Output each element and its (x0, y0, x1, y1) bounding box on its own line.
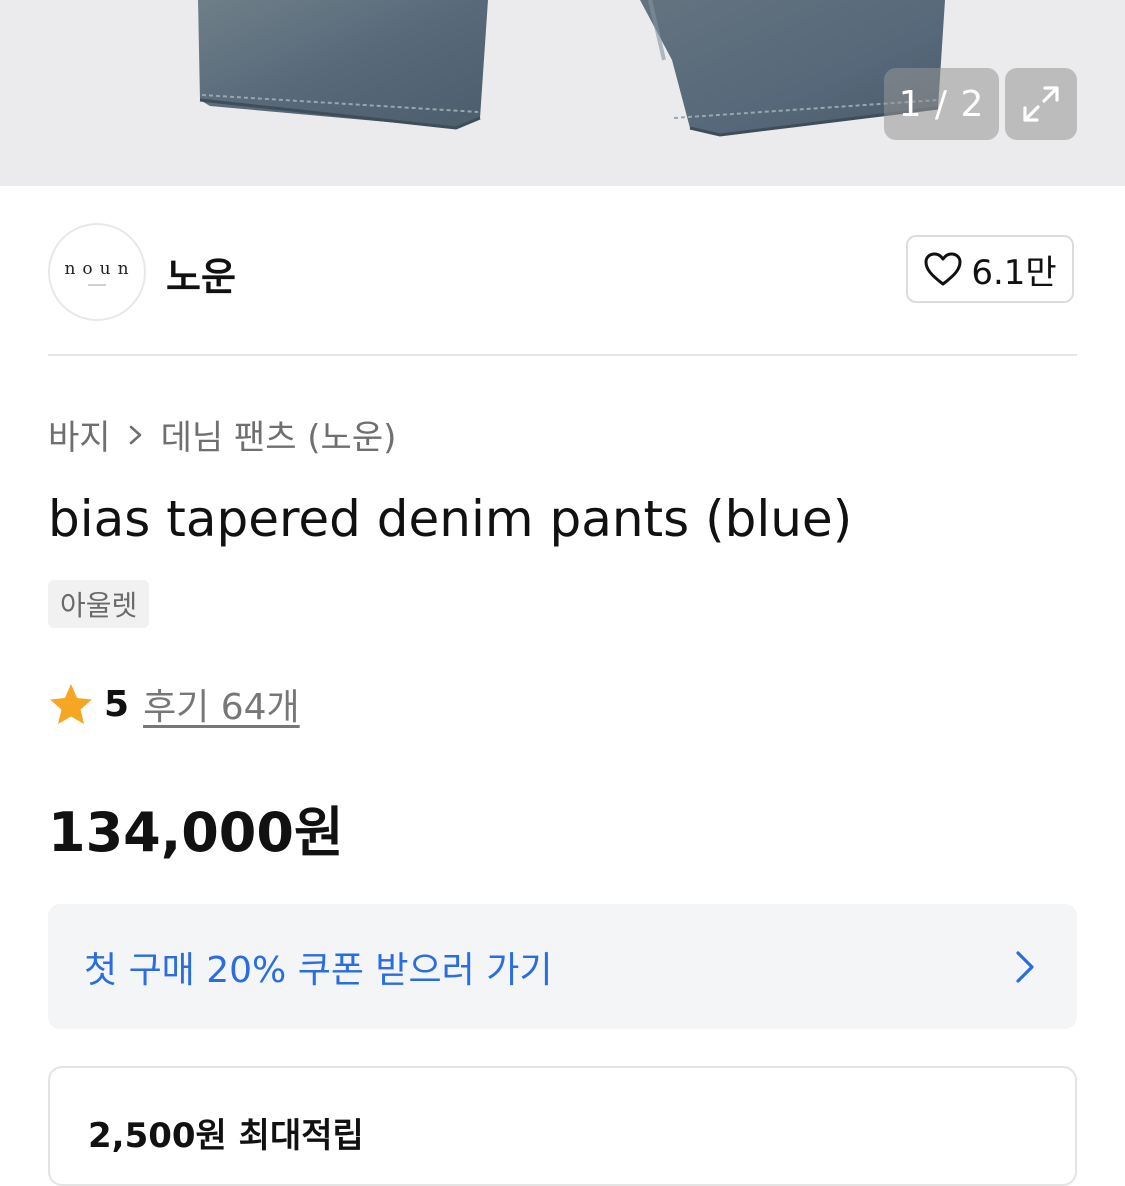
star-icon (50, 684, 92, 724)
reviews-link[interactable]: 후기 64개 (143, 678, 300, 730)
coupon-label: 첫 구매 20% 쿠폰 받으러 가기 (84, 949, 553, 991)
outlet-badge-label: 아울렛 (60, 589, 138, 622)
brand-logo[interactable]: noun (48, 223, 146, 321)
brand-name[interactable]: 노운 (166, 246, 236, 301)
product-title: bias tapered denim pants (blue) (48, 490, 853, 548)
rating-row: 5 후기 64개 (48, 678, 300, 730)
expand-button[interactable] (1005, 68, 1077, 140)
like-button[interactable]: 6.1만 (906, 235, 1074, 303)
brand-logo-text: noun (64, 258, 136, 279)
like-count: 6.1만 (971, 252, 1057, 293)
product-image-gallery[interactable]: 1 / 2 (0, 0, 1125, 186)
points-box[interactable]: 2,500원 최대적립 (48, 1066, 1077, 1186)
breadcrumb-item-category[interactable]: 바지 (48, 410, 111, 459)
breadcrumb-item-subcategory[interactable]: 데님 팬츠 (노운) (161, 410, 397, 459)
product-price: 134,000원 (48, 801, 344, 864)
image-counter: 1 / 2 (884, 68, 999, 140)
expand-icon (1023, 86, 1059, 122)
heart-icon (924, 252, 962, 286)
rating-score: 5 (104, 683, 130, 725)
divider (48, 354, 1077, 356)
chevron-right-icon (1016, 950, 1034, 983)
image-counter-text: 1 / 2 (898, 83, 985, 125)
brand-logo-underline (88, 283, 106, 286)
points-text: 2,500원 최대적립 (88, 1116, 364, 1156)
coupon-banner[interactable]: 첫 구매 20% 쿠폰 받으러 가기 (48, 904, 1077, 1029)
breadcrumb: 바지 데님 팬츠 (노운) (48, 410, 396, 459)
outlet-badge: 아울렛 (48, 580, 150, 628)
chevron-right-icon (127, 422, 145, 448)
